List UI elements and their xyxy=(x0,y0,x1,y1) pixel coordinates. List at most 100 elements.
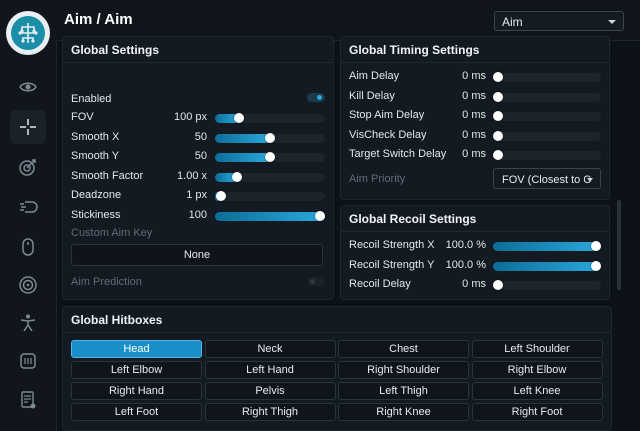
timing-slider-handle[interactable] xyxy=(493,72,503,82)
aim-prediction-toggle[interactable] xyxy=(307,277,325,286)
nav-hud[interactable] xyxy=(10,344,46,378)
page-title: Aim / Aim xyxy=(64,11,133,28)
slider-value: 1.00 x xyxy=(177,169,207,182)
hitbox-button[interactable]: Left Shoulder xyxy=(471,340,603,358)
header-bar: Aim / Aim Aim xyxy=(56,0,640,41)
slider[interactable] xyxy=(215,113,325,123)
target-arrow-icon xyxy=(19,159,36,176)
aim-priority-select[interactable]: FOV (Closest to C xyxy=(493,168,601,189)
recoil-slider[interactable] xyxy=(493,260,601,271)
nav-triggerbot[interactable] xyxy=(10,150,46,184)
slider-label: Smooth Y xyxy=(71,150,120,163)
slider-handle[interactable] xyxy=(265,152,275,163)
recoil-settings-title: Global Recoil Settings xyxy=(349,212,477,226)
sidebar xyxy=(0,0,57,431)
hitbox-button[interactable]: Left Thigh xyxy=(338,382,469,400)
slider[interactable] xyxy=(215,132,325,143)
hitbox-button[interactable]: Right Hand xyxy=(71,382,202,400)
custom-aim-key-label: Custom Aim Key xyxy=(71,227,153,239)
timing-slider[interactable] xyxy=(493,111,601,121)
timing-slider-handle[interactable] xyxy=(493,130,503,141)
hitbox-button[interactable]: Right Knee xyxy=(338,403,469,421)
chevron-down-icon xyxy=(587,178,593,182)
preset-select[interactable]: Aim xyxy=(494,11,624,31)
global-settings-title: Global Settings xyxy=(71,43,160,57)
config-list-icon xyxy=(21,391,36,409)
recoil-slider-handle[interactable] xyxy=(591,260,601,271)
nav-config[interactable] xyxy=(10,383,46,417)
slider[interactable] xyxy=(215,171,325,182)
slider-handle[interactable] xyxy=(315,211,325,221)
toggle-knob xyxy=(310,279,315,284)
hitbox-button[interactable]: Pelvis xyxy=(204,382,336,400)
hitbox-button[interactable]: Left Knee xyxy=(471,382,603,400)
timing-value: 0 ms xyxy=(462,89,486,102)
timing-slider-handle[interactable] xyxy=(493,111,503,121)
timing-slider[interactable] xyxy=(493,91,601,102)
aim-priority-value: FOV (Closest to C xyxy=(502,174,592,186)
slider-label: Deadzone xyxy=(71,189,122,202)
slider-handle[interactable] xyxy=(232,171,242,182)
timing-label: Kill Delay xyxy=(349,89,395,102)
nav-aim[interactable] xyxy=(10,110,46,144)
slider-fill xyxy=(215,133,270,143)
nav-visuals[interactable] xyxy=(10,70,46,104)
nav-radar[interactable] xyxy=(10,268,46,302)
slider[interactable] xyxy=(215,152,325,163)
hitbox-button[interactable]: Left Hand xyxy=(204,361,336,379)
timing-slider[interactable] xyxy=(493,150,601,160)
recoil-slider-handle[interactable] xyxy=(591,241,601,251)
timing-slider-handle[interactable] xyxy=(493,150,503,160)
recoil-slider-fill xyxy=(493,261,601,271)
recoil-slider-handle[interactable] xyxy=(493,280,503,290)
timing-settings-title: Global Timing Settings xyxy=(349,43,480,57)
timing-slider-handle[interactable] xyxy=(493,91,503,102)
mouse-icon xyxy=(22,238,34,256)
brain-logo-icon xyxy=(6,11,50,55)
recoil-label: Recoil Delay xyxy=(349,278,411,290)
recoil-slider[interactable] xyxy=(493,241,601,251)
custom-aim-key-button[interactable]: None xyxy=(71,244,323,266)
hitbox-button[interactable]: Neck xyxy=(204,340,336,358)
slider-value: 50 xyxy=(194,150,207,163)
slider-handle[interactable] xyxy=(215,191,226,202)
timing-label: Aim Delay xyxy=(349,70,400,82)
slider[interactable] xyxy=(215,191,325,202)
hitbox-button[interactable]: Right Shoulder xyxy=(338,361,469,379)
recoil-slider[interactable] xyxy=(493,280,601,290)
slider-value: 1 px xyxy=(186,189,207,202)
hitbox-button[interactable]: Chest xyxy=(338,340,469,358)
recoil-settings-panel: Global Recoil Settings Recoil Strength X… xyxy=(340,205,610,300)
hitbox-button[interactable]: Right Elbow xyxy=(471,361,603,379)
nav-speed[interactable] xyxy=(10,190,46,224)
nav-player[interactable] xyxy=(10,306,46,340)
scrollbar[interactable] xyxy=(617,200,621,290)
timing-settings-panel: Global Timing Settings Aim Delay 0 ms Kill… xyxy=(340,36,610,200)
timing-label: Target Switch Delay xyxy=(349,148,447,160)
hitbox-button[interactable]: Left Elbow xyxy=(71,361,202,379)
hitbox-button[interactable]: Head xyxy=(71,340,202,358)
enabled-toggle[interactable] xyxy=(307,93,325,102)
nav-mouse[interactable] xyxy=(10,230,46,264)
divider xyxy=(341,231,609,232)
divider xyxy=(63,62,333,63)
timing-slider[interactable] xyxy=(493,72,601,82)
hitbox-button[interactable]: Right Thigh xyxy=(204,403,336,421)
enabled-label: Enabled xyxy=(71,93,112,105)
crosshair-icon xyxy=(20,119,36,135)
timing-slider[interactable] xyxy=(493,130,601,141)
recoil-slider-fill xyxy=(493,242,601,251)
global-settings-panel: Global Settings Enabled FOV 100 px Smooth … xyxy=(62,36,334,300)
hitbox-button[interactable]: Right Foot xyxy=(471,403,603,421)
hitbox-button[interactable]: Left Foot xyxy=(71,403,202,421)
timing-value: 0 ms xyxy=(462,148,486,160)
slider-handle[interactable] xyxy=(265,132,275,143)
speed-bullet-icon xyxy=(20,201,38,213)
hud-icon xyxy=(20,353,36,369)
slider-label: Smooth Factor xyxy=(71,169,144,182)
timing-label: Stop Aim Delay xyxy=(349,109,425,121)
eye-icon xyxy=(19,82,37,92)
recoil-value: 100.0 % xyxy=(445,239,486,251)
slider[interactable] xyxy=(215,211,325,221)
slider-handle[interactable] xyxy=(234,113,245,123)
